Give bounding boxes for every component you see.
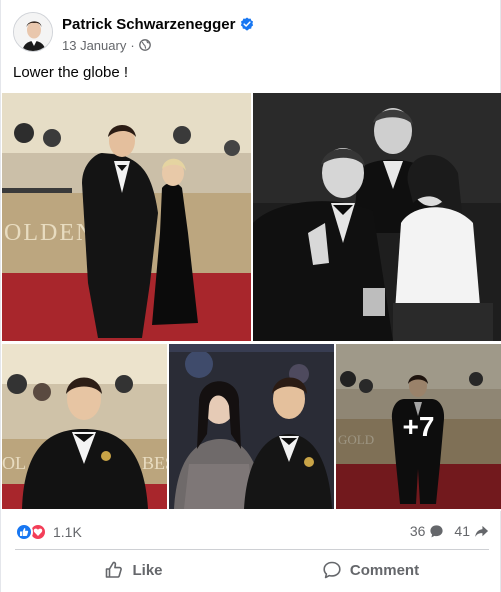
reactions-summary[interactable]: 1.1K: [15, 523, 82, 541]
more-photos-overlay[interactable]: +7: [336, 344, 501, 509]
post-meta: 13 January ·: [62, 37, 151, 53]
photo-1[interactable]: OLDEN: [2, 93, 251, 341]
like-label: Like: [132, 561, 163, 579]
verified-badge-icon: [240, 17, 254, 31]
reaction-count: 1.1K: [53, 524, 82, 540]
share-arrow-icon: [474, 524, 489, 539]
photo-grid: OLDEN OL BE GOLD +7: [1, 93, 501, 511]
avatar-image: [14, 13, 52, 51]
author-name[interactable]: Patrick Schwarzenegger: [62, 16, 235, 33]
thumbs-up-icon: [15, 523, 33, 541]
post-actions: Like Comment: [15, 551, 489, 589]
globe-icon[interactable]: [138, 39, 151, 51]
shares-count-group[interactable]: 41: [454, 523, 489, 539]
photo-5[interactable]: GOLD +7: [336, 344, 501, 509]
author-avatar[interactable]: [13, 12, 53, 52]
meta-separator: ·: [130, 37, 135, 53]
post-date[interactable]: 13 January: [62, 38, 126, 53]
author-name-row: Patrick Schwarzenegger: [62, 14, 254, 34]
comments-count: 36: [409, 523, 426, 539]
post-stats: 1.1K 36 41: [15, 520, 489, 544]
svg-text:BES: BES: [142, 453, 167, 473]
post-header: Patrick Schwarzenegger 13 January ·: [13, 12, 483, 56]
photo-3[interactable]: OL BES: [2, 344, 167, 509]
comment-outline-icon: [322, 560, 342, 580]
post-card: Patrick Schwarzenegger 13 January · Lowe…: [0, 0, 501, 592]
engagement-counts: 36 41: [410, 523, 489, 539]
svg-text:OL: OL: [2, 453, 26, 473]
photo-4[interactable]: [169, 344, 334, 509]
comment-button[interactable]: Comment: [252, 551, 489, 589]
actions-divider: [15, 549, 489, 550]
svg-text:OLDEN: OLDEN: [4, 220, 95, 246]
more-photos-count: +7: [402, 410, 435, 442]
shares-count: 41: [454, 523, 470, 539]
thumbs-up-outline-icon: [104, 560, 124, 580]
comment-bubble-icon: [429, 524, 444, 539]
comments-count-group[interactable]: 36: [410, 523, 445, 539]
photo-2[interactable]: [253, 93, 501, 341]
comment-label: Comment: [349, 561, 420, 579]
like-button[interactable]: Like: [15, 551, 252, 589]
post-caption: Lower the globe !: [13, 64, 129, 81]
